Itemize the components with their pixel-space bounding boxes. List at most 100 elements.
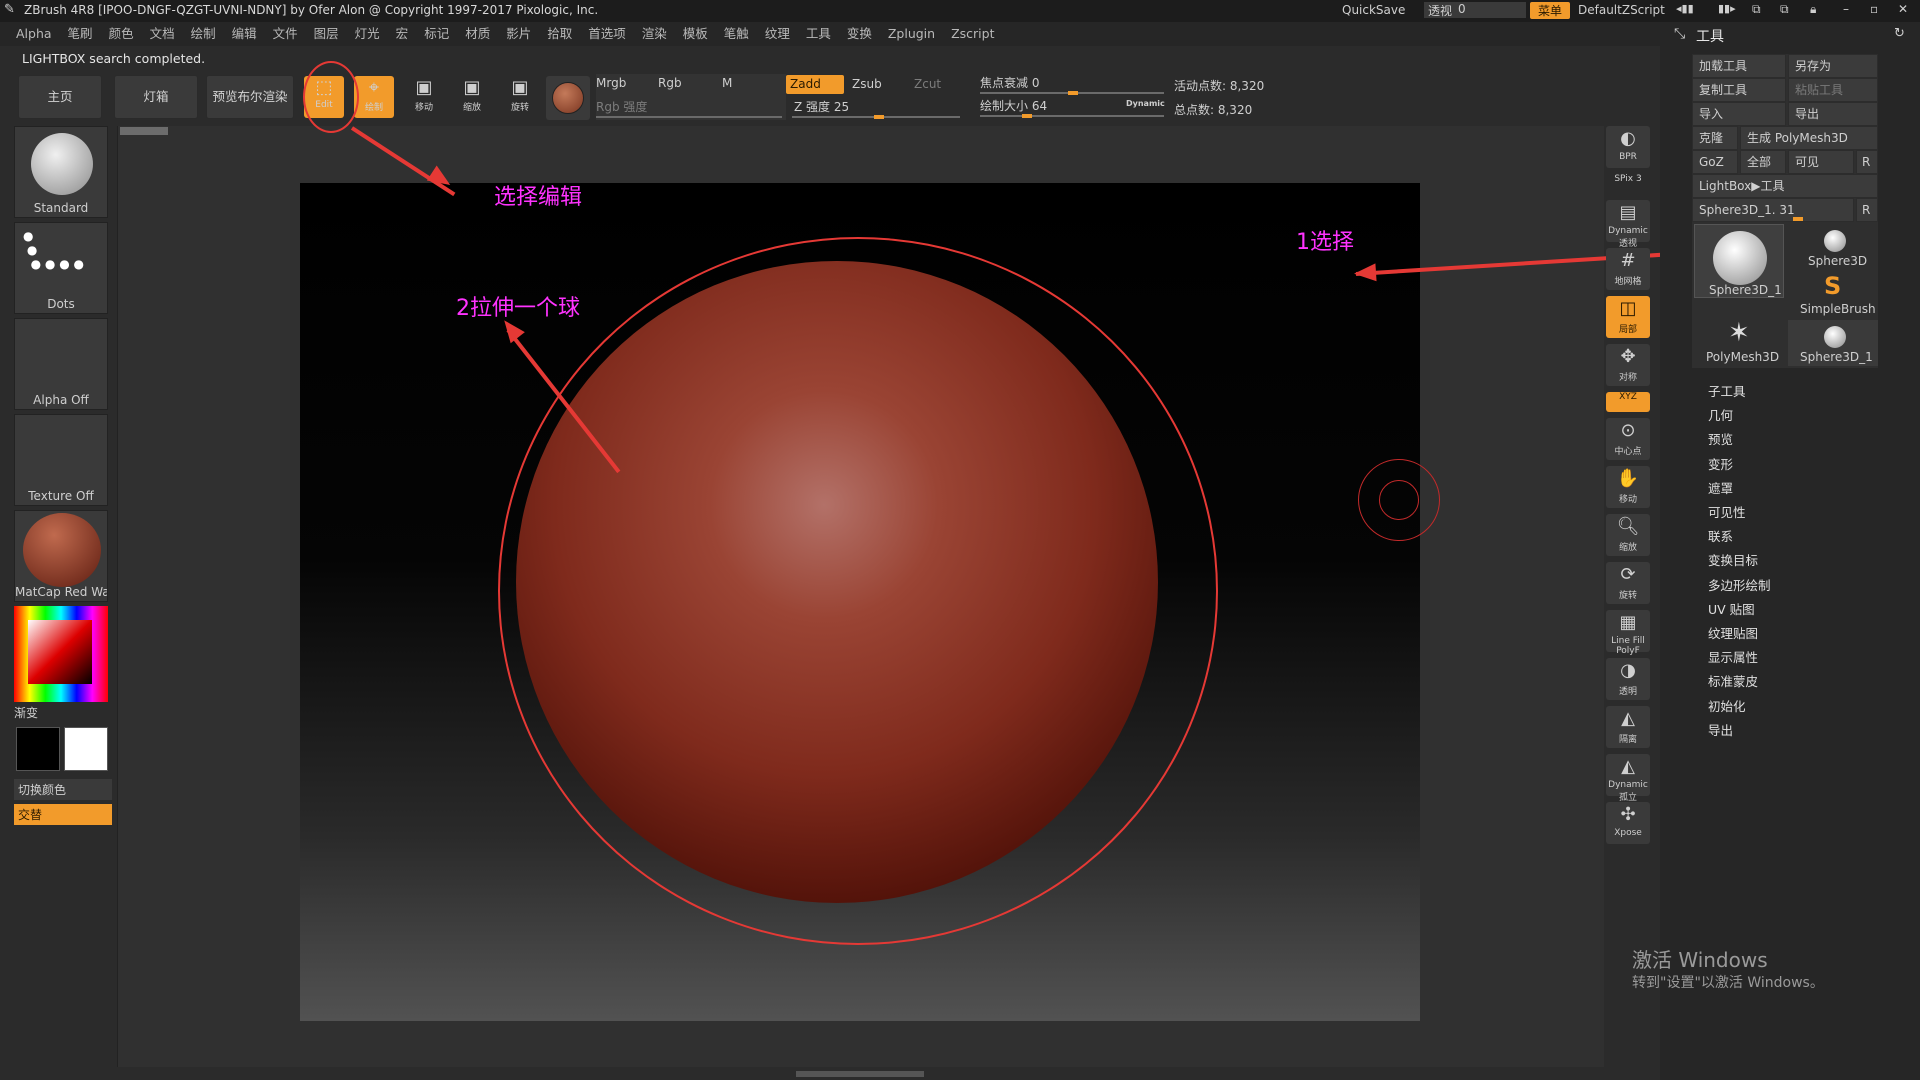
close-icon[interactable]: ✕ bbox=[1898, 2, 1908, 16]
rotate-mode-button[interactable]: ▣ 旋转 bbox=[500, 76, 540, 118]
subpalette-item[interactable]: 导出 bbox=[1708, 719, 1888, 743]
menu-item[interactable]: 渲染 bbox=[626, 22, 667, 46]
lock-icon[interactable]: 🔒︎ bbox=[1810, 2, 1816, 17]
layout-icon[interactable]: ◂▮▮ bbox=[1676, 2, 1694, 15]
menu-item[interactable]: Zscript bbox=[935, 22, 994, 46]
menu-item[interactable]: 首选项 bbox=[572, 22, 626, 46]
subpalette-item[interactable]: 显示属性 bbox=[1708, 646, 1888, 670]
secondary-color-swatch[interactable] bbox=[16, 727, 60, 771]
goz-all-button[interactable]: 全部 bbox=[1740, 150, 1786, 174]
m-button[interactable]: M bbox=[722, 76, 732, 90]
quicksave-button[interactable]: QuickSave bbox=[1342, 3, 1405, 17]
tool-thumb-polymesh3d[interactable]: ✶ PolyMesh3D bbox=[1694, 318, 1784, 366]
lightbox-tools-button[interactable]: LightBox▶工具 bbox=[1692, 174, 1878, 198]
menu-item[interactable]: 笔刷 bbox=[52, 22, 93, 46]
rgb-button[interactable]: Rgb bbox=[658, 76, 682, 90]
layout-icon-2[interactable]: ▮▮▸ bbox=[1718, 2, 1736, 15]
tool-thumb-sphere3d-1[interactable]: Sphere3D_1 bbox=[1788, 320, 1878, 366]
menu-item[interactable]: 变换 bbox=[831, 22, 872, 46]
current-tool-knob[interactable] bbox=[1793, 217, 1803, 221]
stroke-selector[interactable]: ● ● ● ● ● ● Dots bbox=[14, 222, 108, 314]
clone-button[interactable]: 克隆 bbox=[1692, 126, 1738, 150]
menu-item[interactable]: 文档 bbox=[134, 22, 175, 46]
tool-thumb-sphere3d[interactable]: Sphere3D bbox=[1788, 224, 1878, 270]
right-shelf-button[interactable]: ▤ Dynamic 透视 bbox=[1606, 200, 1650, 249]
subpalette-item[interactable]: 可见性 bbox=[1708, 501, 1888, 525]
gradient-label[interactable]: 渐变 bbox=[14, 704, 112, 721]
save-as-button[interactable]: 另存为 bbox=[1788, 54, 1878, 78]
maximize-icon[interactable]: ▫ bbox=[1870, 2, 1878, 16]
right-shelf-button[interactable]: ⊙ 中心点 bbox=[1606, 418, 1650, 460]
paste-tool-button[interactable]: 粘贴工具 bbox=[1788, 78, 1878, 102]
default-zscript-button[interactable]: DefaultZScript bbox=[1578, 3, 1665, 17]
right-shelf-button[interactable]: ◑ 透明 bbox=[1606, 658, 1650, 700]
menu-item[interactable]: Alpha bbox=[0, 22, 52, 46]
menu-item[interactable]: 灯光 bbox=[339, 22, 380, 46]
right-shelf-button[interactable]: XYZ bbox=[1606, 392, 1650, 412]
zcut-button[interactable]: Zcut bbox=[914, 77, 941, 91]
right-shelf-button[interactable]: ✋ 移动 bbox=[1606, 466, 1650, 508]
menu-item[interactable]: 宏 bbox=[380, 22, 409, 46]
right-shelf-button[interactable]: ✥ 对称 bbox=[1606, 344, 1650, 386]
menu-item[interactable]: 材质 bbox=[449, 22, 490, 46]
subpalette-item[interactable]: 子工具 bbox=[1708, 380, 1888, 404]
goz-button[interactable]: GoZ bbox=[1692, 150, 1738, 174]
viewport-scroll-handle[interactable] bbox=[120, 127, 168, 135]
menu-item[interactable]: 标记 bbox=[408, 22, 449, 46]
right-shelf-button[interactable]: ◫ 局部 bbox=[1606, 296, 1650, 338]
menu-item[interactable]: 工具 bbox=[790, 22, 831, 46]
subpalette-item[interactable]: 变换目标 bbox=[1708, 549, 1888, 573]
texture-selector[interactable]: Texture Off bbox=[14, 414, 108, 506]
menu-item[interactable]: 模板 bbox=[667, 22, 708, 46]
menu-item[interactable]: 编辑 bbox=[216, 22, 257, 46]
menu-button[interactable]: 菜单 bbox=[1530, 2, 1570, 19]
right-shelf-button[interactable]: SPix 3 bbox=[1606, 174, 1650, 194]
make-polymesh3d-button[interactable]: 生成 PolyMesh3D bbox=[1740, 126, 1878, 150]
tool-thumb-simplebrush[interactable]: S SimpleBrush bbox=[1788, 272, 1878, 318]
switch-color-button[interactable]: 切换颜色 bbox=[14, 779, 112, 800]
menu-item[interactable]: Zplugin bbox=[872, 22, 935, 46]
subpalette-item[interactable]: UV 贴图 bbox=[1708, 598, 1888, 622]
color-picker[interactable] bbox=[14, 606, 108, 702]
subpalette-item[interactable]: 标准蒙皮 bbox=[1708, 670, 1888, 694]
export-button[interactable]: 导出 bbox=[1788, 102, 1878, 126]
color-square[interactable] bbox=[28, 620, 92, 684]
brush-selector[interactable]: Standard bbox=[14, 126, 108, 218]
menu-item[interactable]: 绘制 bbox=[175, 22, 216, 46]
subpalette-item[interactable]: 联系 bbox=[1708, 525, 1888, 549]
move-mode-button[interactable]: ▣ 移动 bbox=[404, 76, 444, 118]
load-tool-button[interactable]: 加载工具 bbox=[1692, 54, 1786, 78]
subpalette-item[interactable]: 遮罩 bbox=[1708, 477, 1888, 501]
subpalette-item[interactable]: 变形 bbox=[1708, 453, 1888, 477]
menu-item[interactable]: 拾取 bbox=[531, 22, 572, 46]
subpalette-item[interactable]: 预览 bbox=[1708, 428, 1888, 452]
menu-item[interactable]: 颜色 bbox=[93, 22, 134, 46]
z-intensity-slider[interactable]: Z 强度 25 bbox=[792, 98, 962, 120]
draw-size-slider[interactable]: 绘制大小 64 Dynamic bbox=[980, 97, 1166, 119]
alternate-button[interactable]: 交替 bbox=[14, 804, 112, 825]
material-selector[interactable]: MatCap Red Wax bbox=[14, 510, 108, 602]
tool-panel-pin-icon[interactable]: ⤡ bbox=[1674, 26, 1685, 42]
draw-size-knob[interactable] bbox=[1022, 114, 1032, 118]
menu-item[interactable]: 笔触 bbox=[708, 22, 749, 46]
import-button[interactable]: 导入 bbox=[1692, 102, 1786, 126]
subpalette-item[interactable]: 几何 bbox=[1708, 404, 1888, 428]
tool-thumb-sphere3d-1-active[interactable]: Sphere3D_1 bbox=[1694, 224, 1784, 298]
right-shelf-button[interactable]: ✣ Xpose bbox=[1606, 802, 1650, 844]
menu-item[interactable]: 影片 bbox=[490, 22, 531, 46]
rgb-intensity-slider[interactable]: Rgb 强度 bbox=[596, 98, 647, 115]
draw-mode-button[interactable]: ⌖ 绘制 bbox=[354, 76, 394, 118]
mrgb-button[interactable]: Mrgb bbox=[596, 76, 626, 90]
bottom-tray-handle[interactable] bbox=[796, 1071, 924, 1077]
right-shelf-button[interactable]: ▦ Line Fill PolyF bbox=[1606, 610, 1650, 656]
current-tool-r-button[interactable]: R bbox=[1856, 198, 1878, 222]
right-shelf-button[interactable]: 🔍︎ 缩放 bbox=[1606, 514, 1650, 556]
goz-visible-button[interactable]: 可见 bbox=[1788, 150, 1854, 174]
copy-tool-button[interactable]: 复制工具 bbox=[1692, 78, 1786, 102]
subpalette-item[interactable]: 多边形绘制 bbox=[1708, 574, 1888, 598]
minimize-icon[interactable]: – bbox=[1843, 2, 1849, 16]
focal-shift-knob[interactable] bbox=[1068, 91, 1078, 95]
subpalette-item[interactable]: 初始化 bbox=[1708, 695, 1888, 719]
menu-item[interactable]: 图层 bbox=[298, 22, 339, 46]
right-shelf-button[interactable]: # 地网格 bbox=[1606, 248, 1650, 290]
